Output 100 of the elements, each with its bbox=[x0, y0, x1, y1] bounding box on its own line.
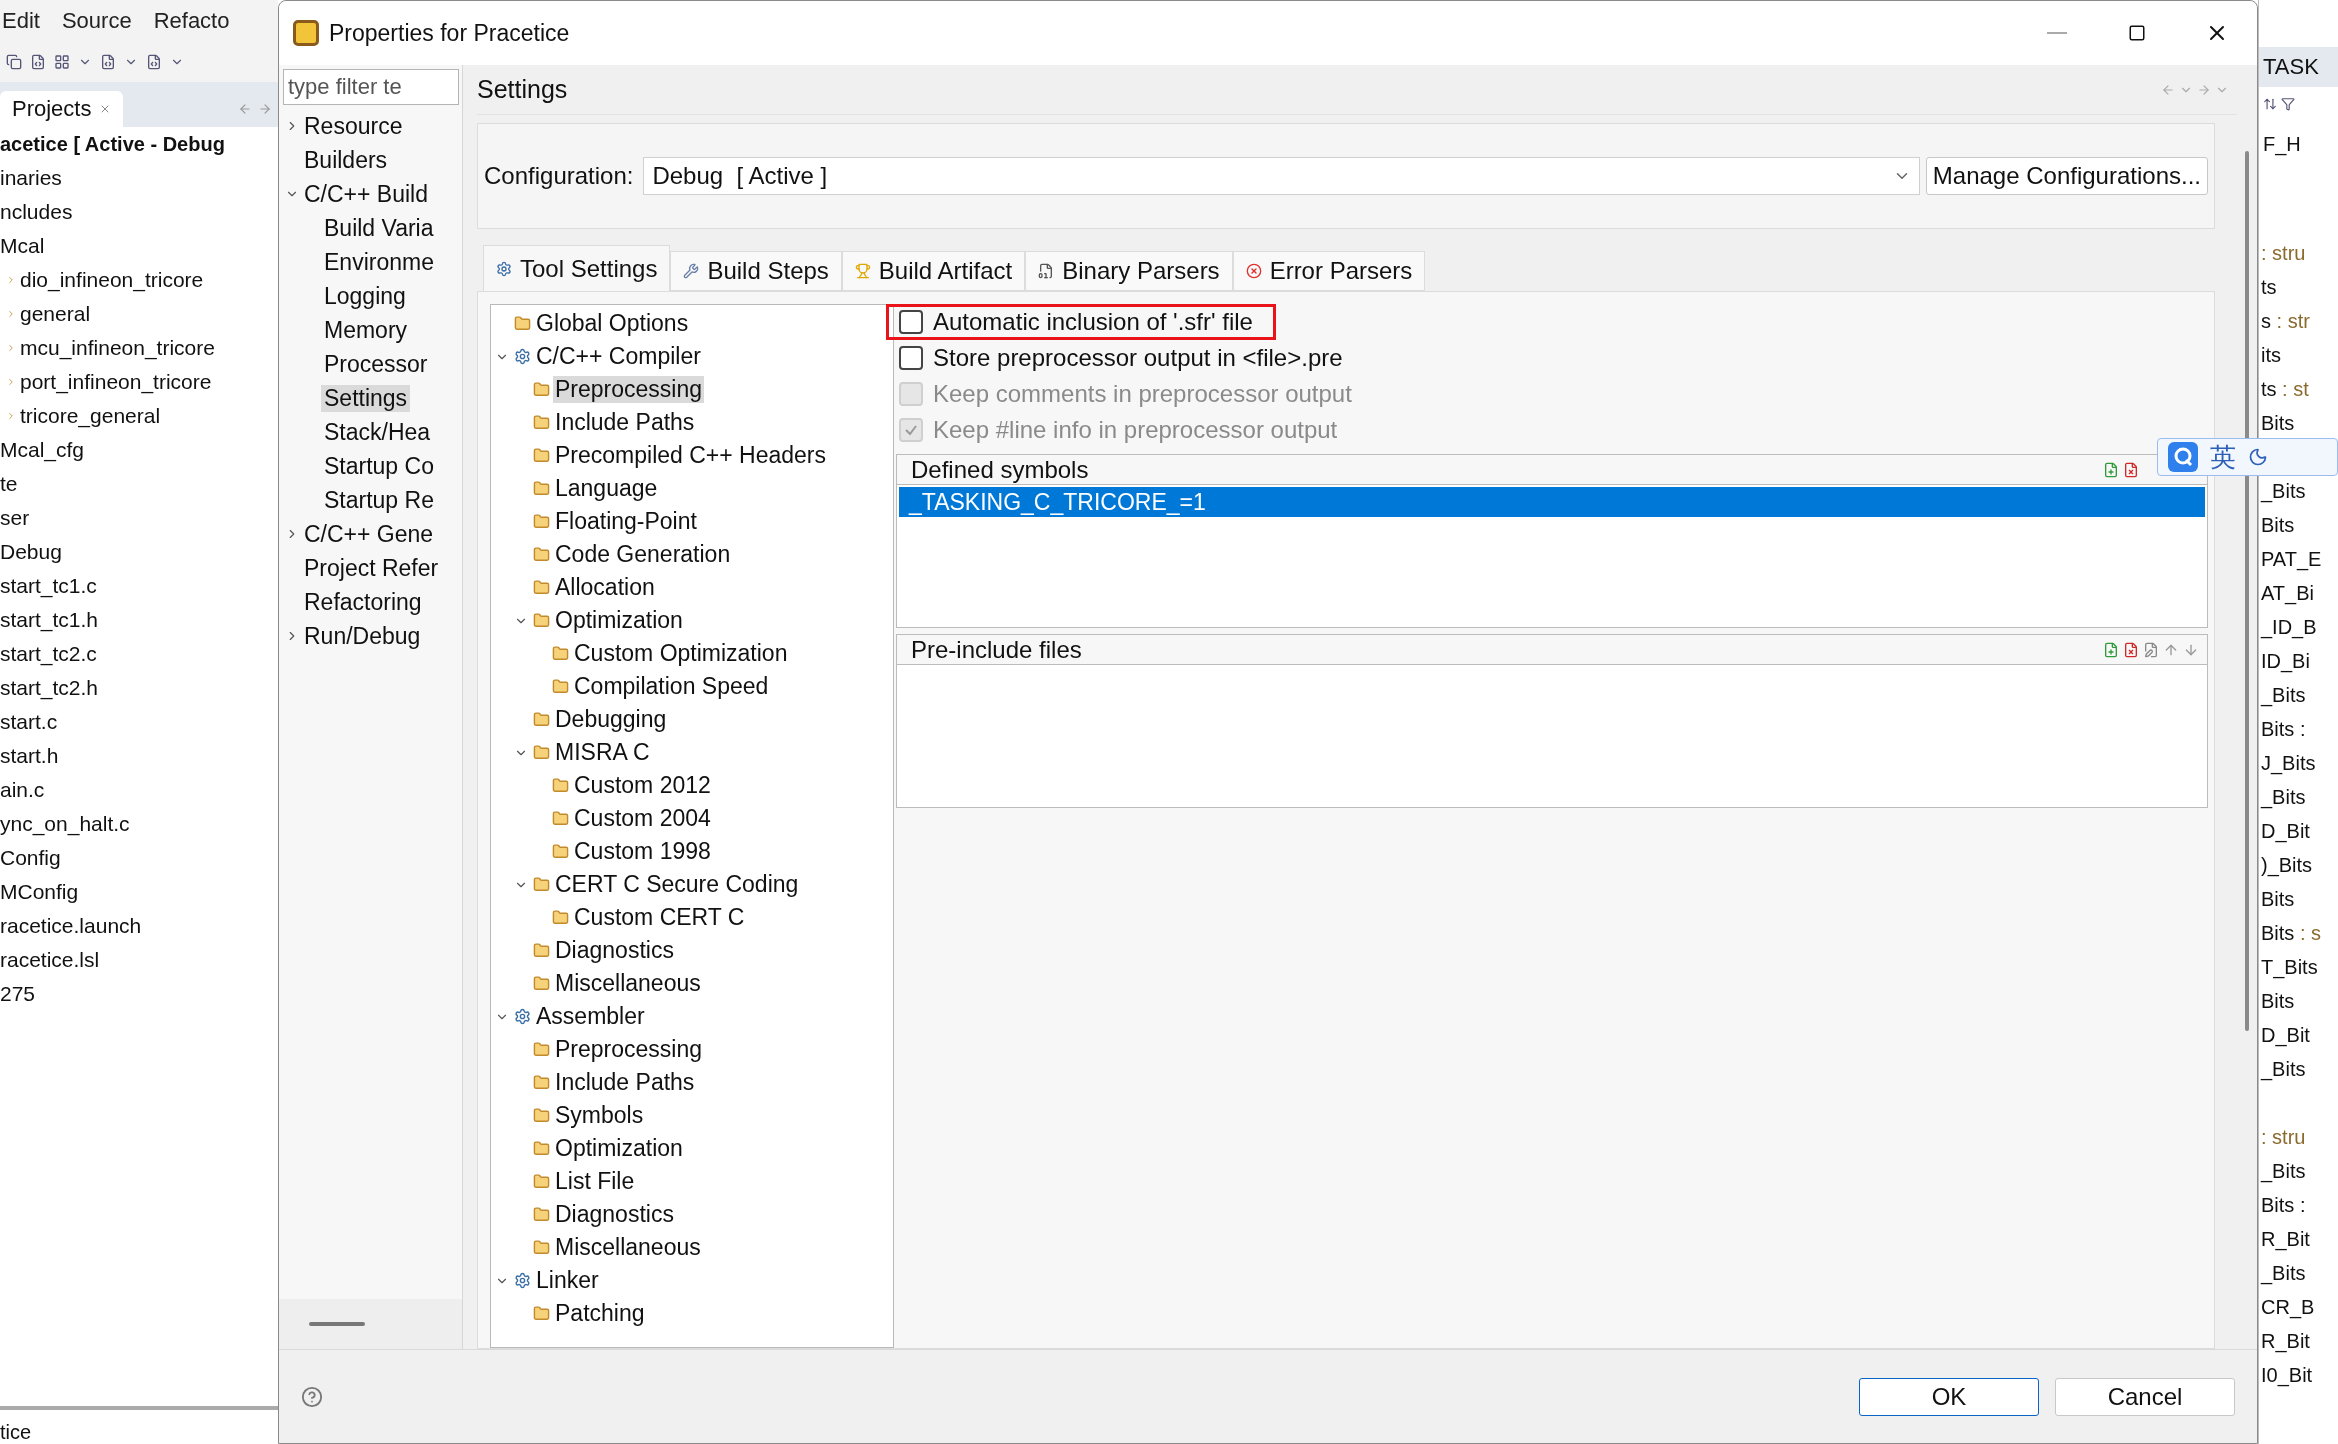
outline-item[interactable]: : stru bbox=[2259, 240, 2338, 266]
nav-item[interactable]: Run/Debug bbox=[301, 622, 424, 650]
outline-item[interactable]: Bits : bbox=[2259, 1192, 2338, 1218]
configuration-dropdown[interactable]: Debug [ Active ] bbox=[643, 157, 1920, 195]
tab[interactable]: Error Parsers bbox=[1232, 251, 1426, 291]
outline-item[interactable]: _Bits bbox=[2259, 682, 2338, 708]
tree-item[interactable]: 275 bbox=[0, 982, 36, 1006]
outline-item[interactable]: D_Bit bbox=[2259, 818, 2338, 844]
nav-item[interactable]: C/C++ Build bbox=[301, 180, 431, 208]
tree-item[interactable]: Optimization bbox=[553, 607, 685, 634]
tree-item[interactable]: racetice.launch bbox=[0, 914, 142, 938]
filter-field[interactable]: type filter te bbox=[283, 69, 459, 105]
tree-item[interactable]: general bbox=[20, 302, 91, 326]
tree-item[interactable]: Patching bbox=[553, 1300, 647, 1327]
outline-item[interactable]: Bits : s bbox=[2259, 920, 2338, 946]
file-icon[interactable] bbox=[146, 54, 162, 70]
project-title[interactable]: acetice [ Active - Debug bbox=[0, 132, 225, 156]
tree-item[interactable]: Preprocessing bbox=[553, 1036, 705, 1063]
tree-item[interactable]: Code Generation bbox=[553, 541, 733, 568]
tree-item[interactable]: start.c bbox=[0, 710, 58, 734]
menu-item[interactable]: Refacto bbox=[153, 8, 230, 34]
grid-icon[interactable] bbox=[54, 54, 70, 70]
tree-item[interactable]: Assembler bbox=[534, 1003, 647, 1030]
tree-item[interactable]: Debugging bbox=[553, 706, 669, 733]
tab[interactable]: Build Artifact bbox=[841, 251, 1026, 291]
tree-item[interactable]: Custom Optimization bbox=[572, 640, 790, 667]
tree-item[interactable]: Custom 2004 bbox=[572, 805, 713, 832]
file-icon[interactable] bbox=[100, 54, 116, 70]
outline-item[interactable]: _Bits bbox=[2259, 478, 2338, 504]
file-icon[interactable] bbox=[30, 54, 46, 70]
tree-item[interactable]: dio_infineon_tricore bbox=[20, 268, 204, 292]
tree-item[interactable]: Mcal bbox=[0, 234, 45, 258]
outline-item[interactable]: Bits bbox=[2259, 988, 2338, 1014]
manage-configurations-button[interactable]: Manage Configurations... bbox=[1925, 157, 2208, 195]
tree-item[interactable]: Linker bbox=[534, 1267, 601, 1294]
checkbox[interactable] bbox=[899, 346, 923, 370]
tree-item[interactable]: Miscellaneous bbox=[553, 1234, 703, 1261]
tree-item[interactable]: Config bbox=[0, 846, 61, 870]
nav-item[interactable]: Refactoring bbox=[301, 588, 425, 616]
outline-item[interactable]: F_H bbox=[2263, 132, 2301, 156]
nav-item[interactable]: Environme bbox=[321, 248, 437, 276]
outline-item[interactable]: Bits : bbox=[2259, 716, 2338, 742]
delete-file-icon[interactable] bbox=[2123, 461, 2139, 478]
tree-item[interactable]: MConfig bbox=[0, 880, 79, 904]
tab[interactable]: Binary Parsers bbox=[1025, 251, 1233, 291]
tree-item[interactable]: Diagnostics bbox=[553, 937, 676, 964]
tree-item[interactable]: Floating-Point bbox=[553, 508, 699, 535]
tree-item[interactable]: start_tc1.c bbox=[0, 574, 97, 598]
nav-item[interactable]: Memory bbox=[321, 316, 411, 344]
projects-tab[interactable]: Projects bbox=[0, 91, 124, 127]
tree-item[interactable]: Global Options bbox=[534, 310, 691, 337]
tree-item[interactable]: Include Paths bbox=[553, 409, 697, 436]
outline-item[interactable]: _Bits bbox=[2259, 1158, 2338, 1184]
copy-icon[interactable] bbox=[6, 54, 22, 70]
tree-item[interactable]: Compilation Speed bbox=[572, 673, 771, 700]
outline-item[interactable]: _ID_B bbox=[2259, 614, 2338, 640]
dialog-button[interactable]: OK bbox=[1859, 1377, 2039, 1416]
menu-item[interactable]: Edit bbox=[2, 8, 40, 34]
outline-item[interactable]: s : str bbox=[2259, 308, 2338, 334]
tree-item[interactable]: Preprocessing bbox=[553, 376, 705, 403]
outline-item[interactable]: CR_B bbox=[2259, 1294, 2338, 1320]
tree-item[interactable]: tricore_general bbox=[20, 404, 161, 428]
tree-item[interactable]: Custom 2012 bbox=[572, 772, 713, 799]
nav-item[interactable]: Resource bbox=[301, 112, 406, 140]
tree-item[interactable]: start.h bbox=[0, 744, 59, 768]
help-icon[interactable] bbox=[301, 1385, 323, 1408]
tree-item[interactable]: ncludes bbox=[0, 200, 73, 224]
nav-item[interactable]: Settings bbox=[321, 384, 411, 412]
tree-item[interactable]: mcu_infineon_tricore bbox=[20, 336, 215, 360]
tree-item[interactable]: ain.c bbox=[0, 778, 45, 802]
outline-item[interactable]: : stru bbox=[2259, 1124, 2338, 1150]
nav-item[interactable]: Startup Re bbox=[321, 486, 437, 514]
add-file-icon[interactable] bbox=[2103, 461, 2119, 478]
outline-item[interactable]: Bits bbox=[2259, 512, 2338, 538]
checkbox-label[interactable]: Store preprocessor output in <file>.pre bbox=[933, 344, 1343, 372]
tree-item[interactable]: Mcal_cfg bbox=[0, 438, 85, 462]
checkbox[interactable] bbox=[899, 310, 923, 334]
outline-item[interactable]: J_Bits bbox=[2259, 750, 2338, 776]
outline-item[interactable]: Bits bbox=[2259, 410, 2338, 436]
outline-item[interactable]: ts bbox=[2259, 274, 2338, 300]
tree-item[interactable]: racetice.lsl bbox=[0, 948, 100, 972]
outline-item[interactable]: _Bits bbox=[2259, 1260, 2338, 1286]
tree-item[interactable]: ync_on_halt.c bbox=[0, 812, 130, 836]
dialog-button[interactable]: Cancel bbox=[2055, 1377, 2235, 1416]
scrollbar-thumb[interactable] bbox=[2245, 151, 2249, 1031]
tree-item[interactable]: Optimization bbox=[553, 1135, 685, 1162]
outline-item[interactable]: Bits bbox=[2259, 886, 2338, 912]
outline-item[interactable]: ID_Bi bbox=[2259, 648, 2338, 674]
filter-icon[interactable] bbox=[2281, 97, 2295, 111]
add-file-icon[interactable] bbox=[2103, 641, 2119, 658]
tab[interactable]: Tool Settings bbox=[483, 245, 671, 291]
outline-item[interactable]: T_Bits bbox=[2259, 954, 2338, 980]
tree-item[interactable]: MISRA C bbox=[553, 739, 652, 766]
sort-icon[interactable] bbox=[2263, 97, 2277, 111]
tree-item[interactable]: Include Paths bbox=[553, 1069, 697, 1096]
nav-item[interactable]: Processor bbox=[321, 350, 431, 378]
tree-item[interactable]: start_tc1.h bbox=[0, 608, 99, 632]
scrollbar-thumb[interactable] bbox=[309, 1322, 365, 1326]
tab[interactable]: Build Steps bbox=[670, 251, 842, 291]
outline-item[interactable]: AT_Bi bbox=[2259, 580, 2338, 606]
